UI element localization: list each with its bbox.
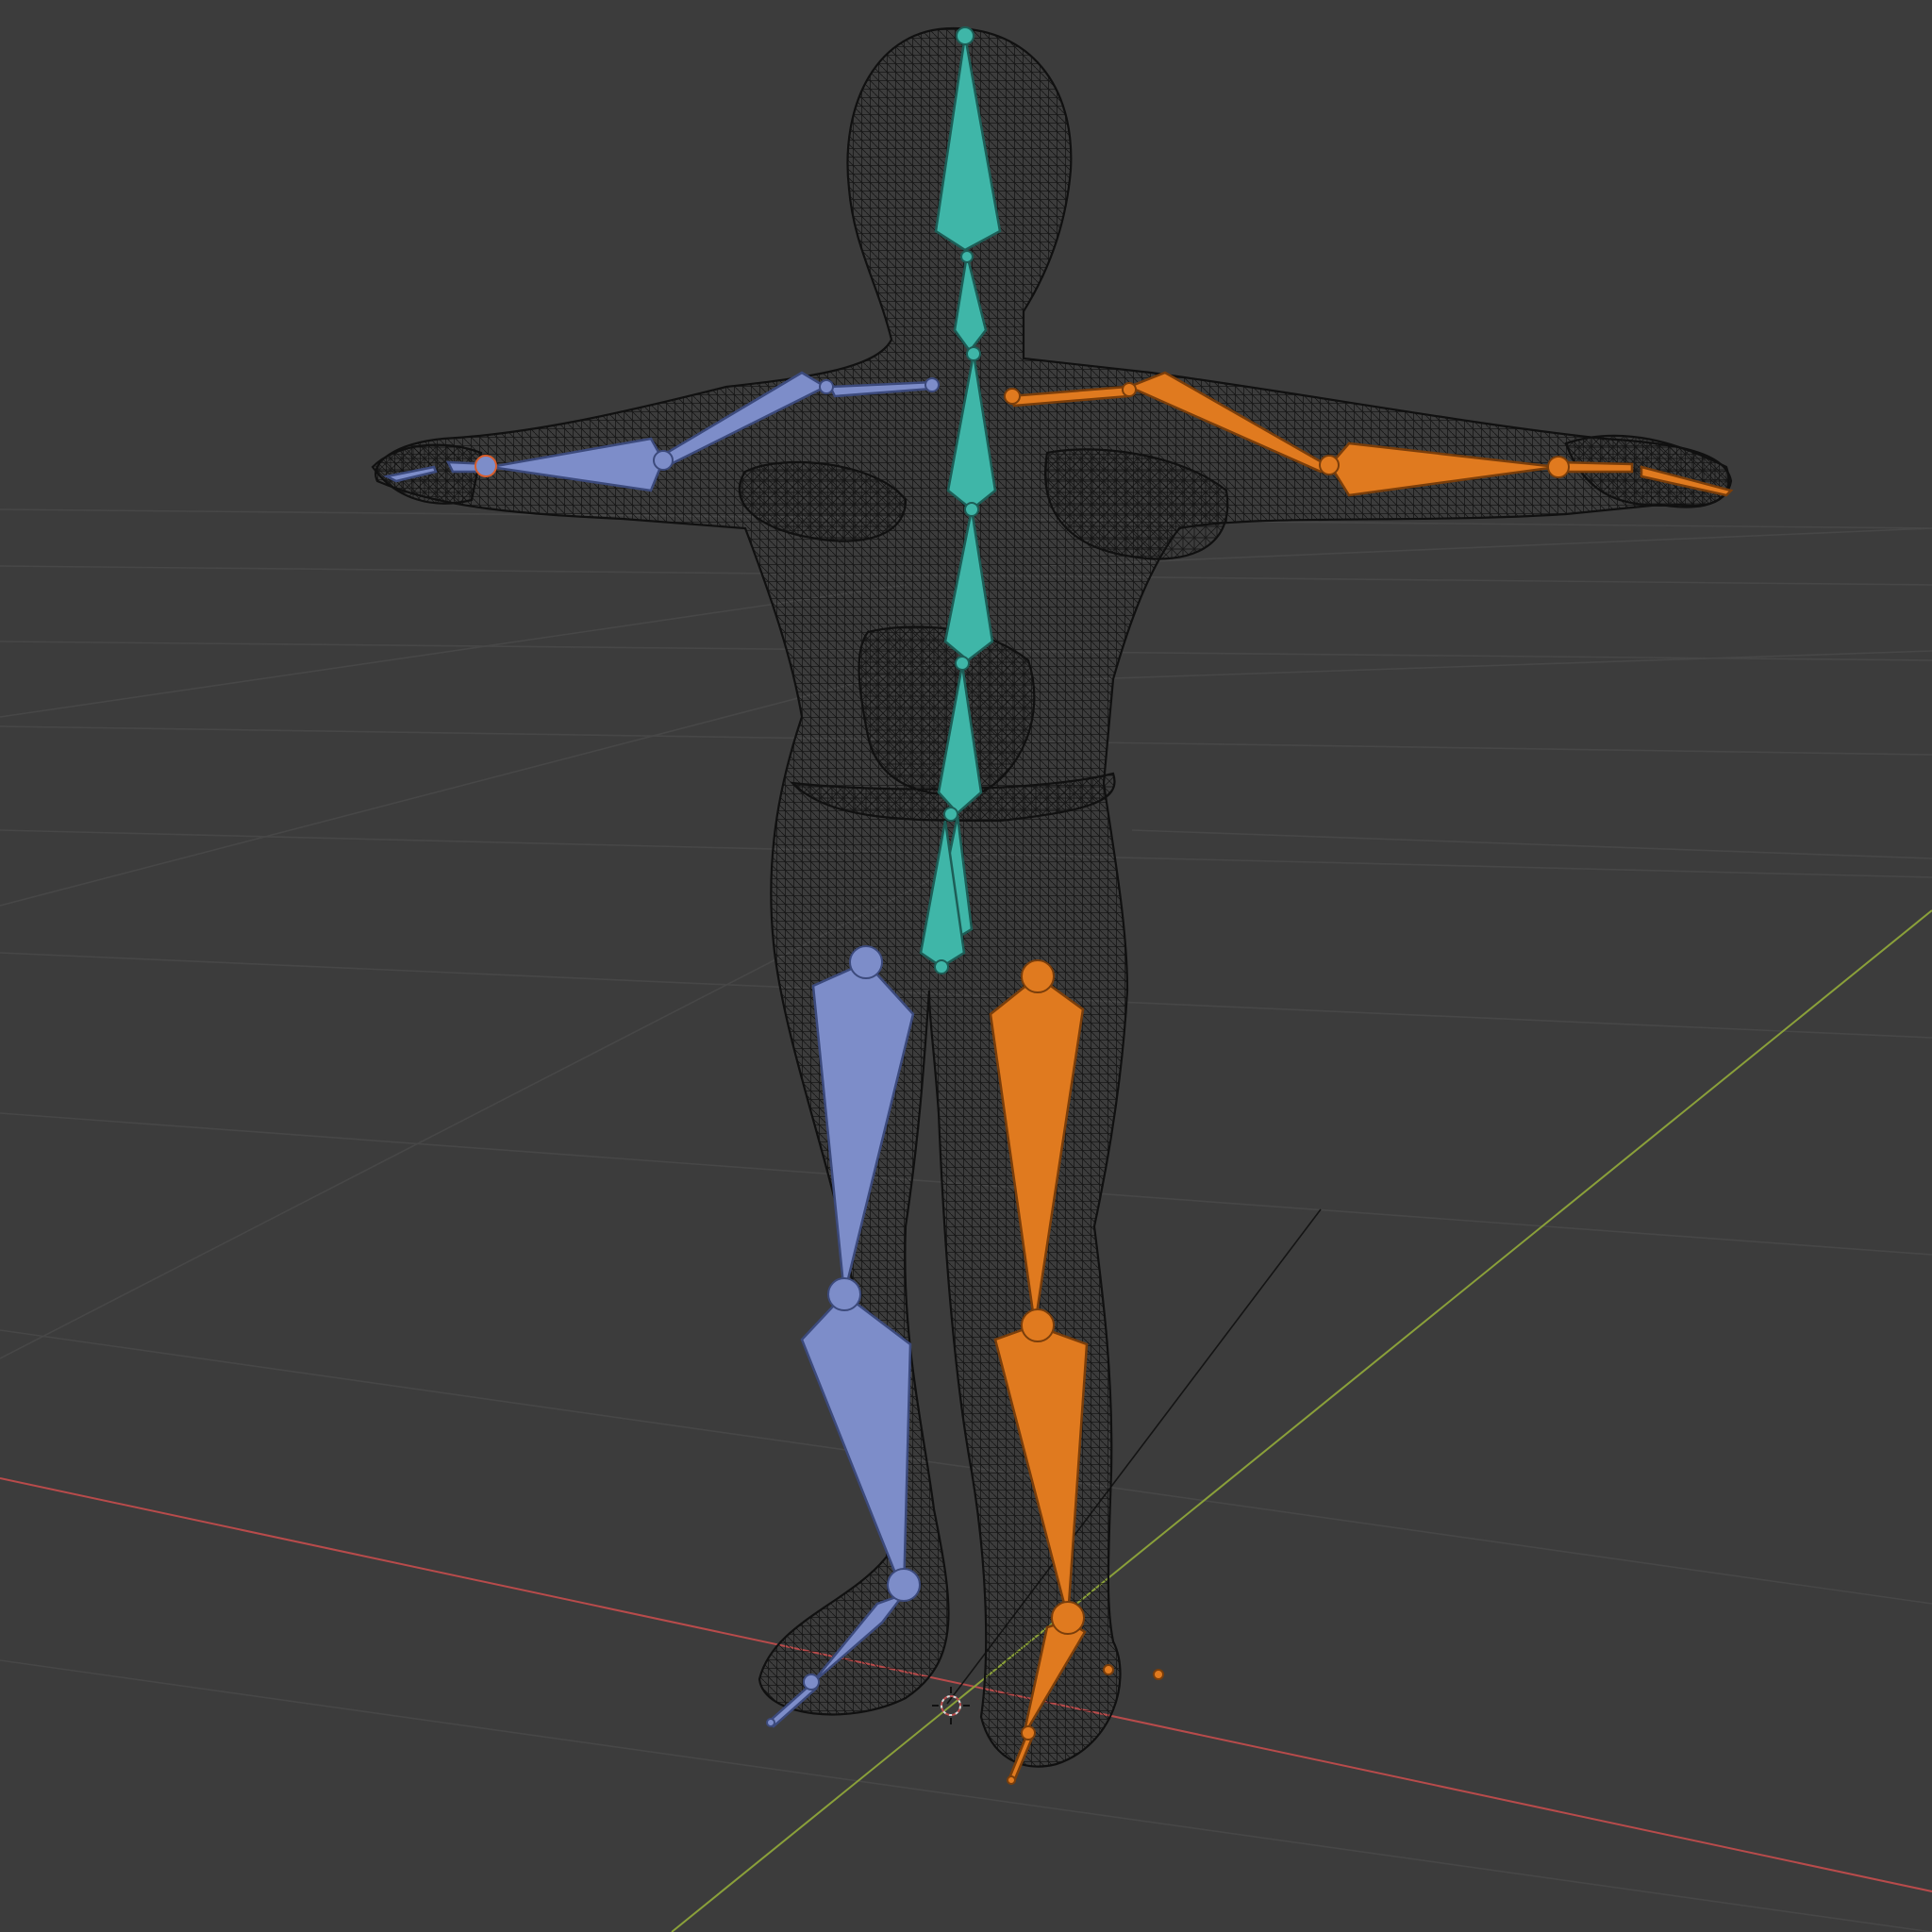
right-heel-marker	[1103, 1664, 1114, 1675]
right-hip-joint	[1021, 959, 1055, 993]
left-shoulder-joint	[924, 377, 940, 392]
spine-joint-2	[955, 656, 970, 671]
neck-joint	[960, 250, 974, 263]
head-tip-joint	[956, 26, 974, 45]
right-toe-tip-joint	[1007, 1775, 1016, 1785]
left-knee-joint	[827, 1277, 861, 1311]
left-shin-bone	[800, 1292, 912, 1595]
left-hip-joint	[849, 945, 883, 979]
3d-viewport[interactable]	[0, 0, 1932, 1932]
right-ball-joint	[1021, 1725, 1036, 1740]
hips-tip-joint	[934, 959, 949, 974]
left-ball-joint	[803, 1674, 820, 1690]
left-ankle-joint	[887, 1568, 921, 1602]
left-elbow-joint	[653, 450, 674, 471]
right-ankle-joint	[1051, 1601, 1085, 1635]
right-upper-arm-joint	[1122, 382, 1137, 397]
right-elbow-joint	[1319, 455, 1340, 475]
chest-joint	[966, 346, 981, 361]
spine-joint-1	[964, 502, 979, 517]
x-axis-line	[0, 1477, 1932, 1892]
left-toe-tip-joint	[766, 1718, 775, 1727]
left-upper-arm-joint	[819, 379, 834, 394]
right-heel-marker-2	[1153, 1669, 1164, 1680]
right-wrist-joint	[1547, 456, 1570, 478]
right-knee-joint	[1021, 1308, 1055, 1342]
left-wrist-joint[interactable]	[475, 455, 497, 477]
right-shoulder-joint	[1004, 388, 1021, 405]
spine-joint-3	[943, 807, 958, 822]
